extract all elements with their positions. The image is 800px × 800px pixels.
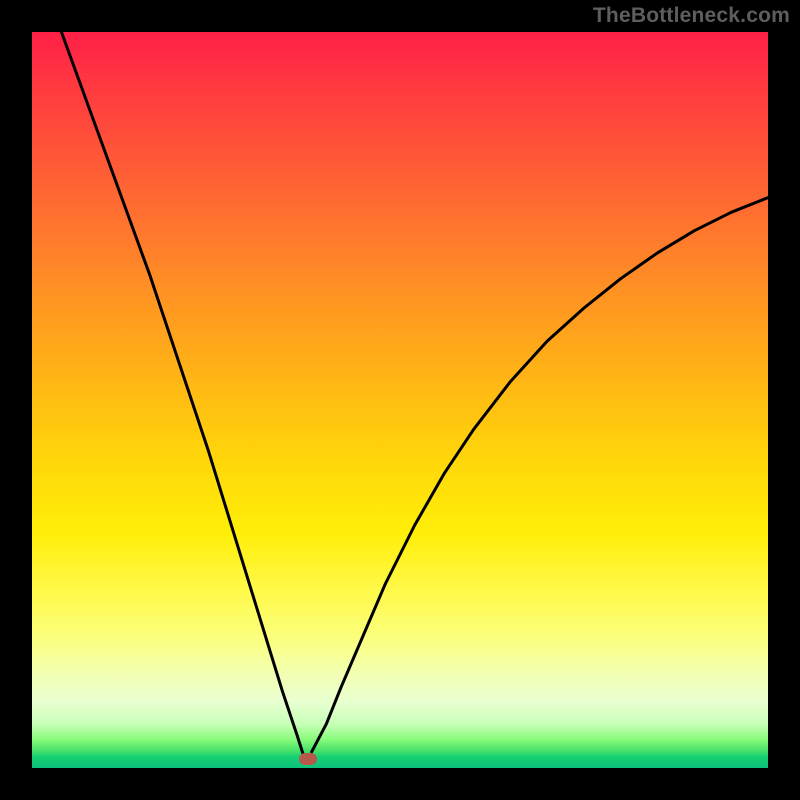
watermark-text: TheBottleneck.com <box>593 4 790 28</box>
plot-area <box>32 32 768 768</box>
bottleneck-curve <box>32 32 768 768</box>
chart-frame: TheBottleneck.com <box>0 0 800 800</box>
minimum-marker <box>299 753 317 765</box>
